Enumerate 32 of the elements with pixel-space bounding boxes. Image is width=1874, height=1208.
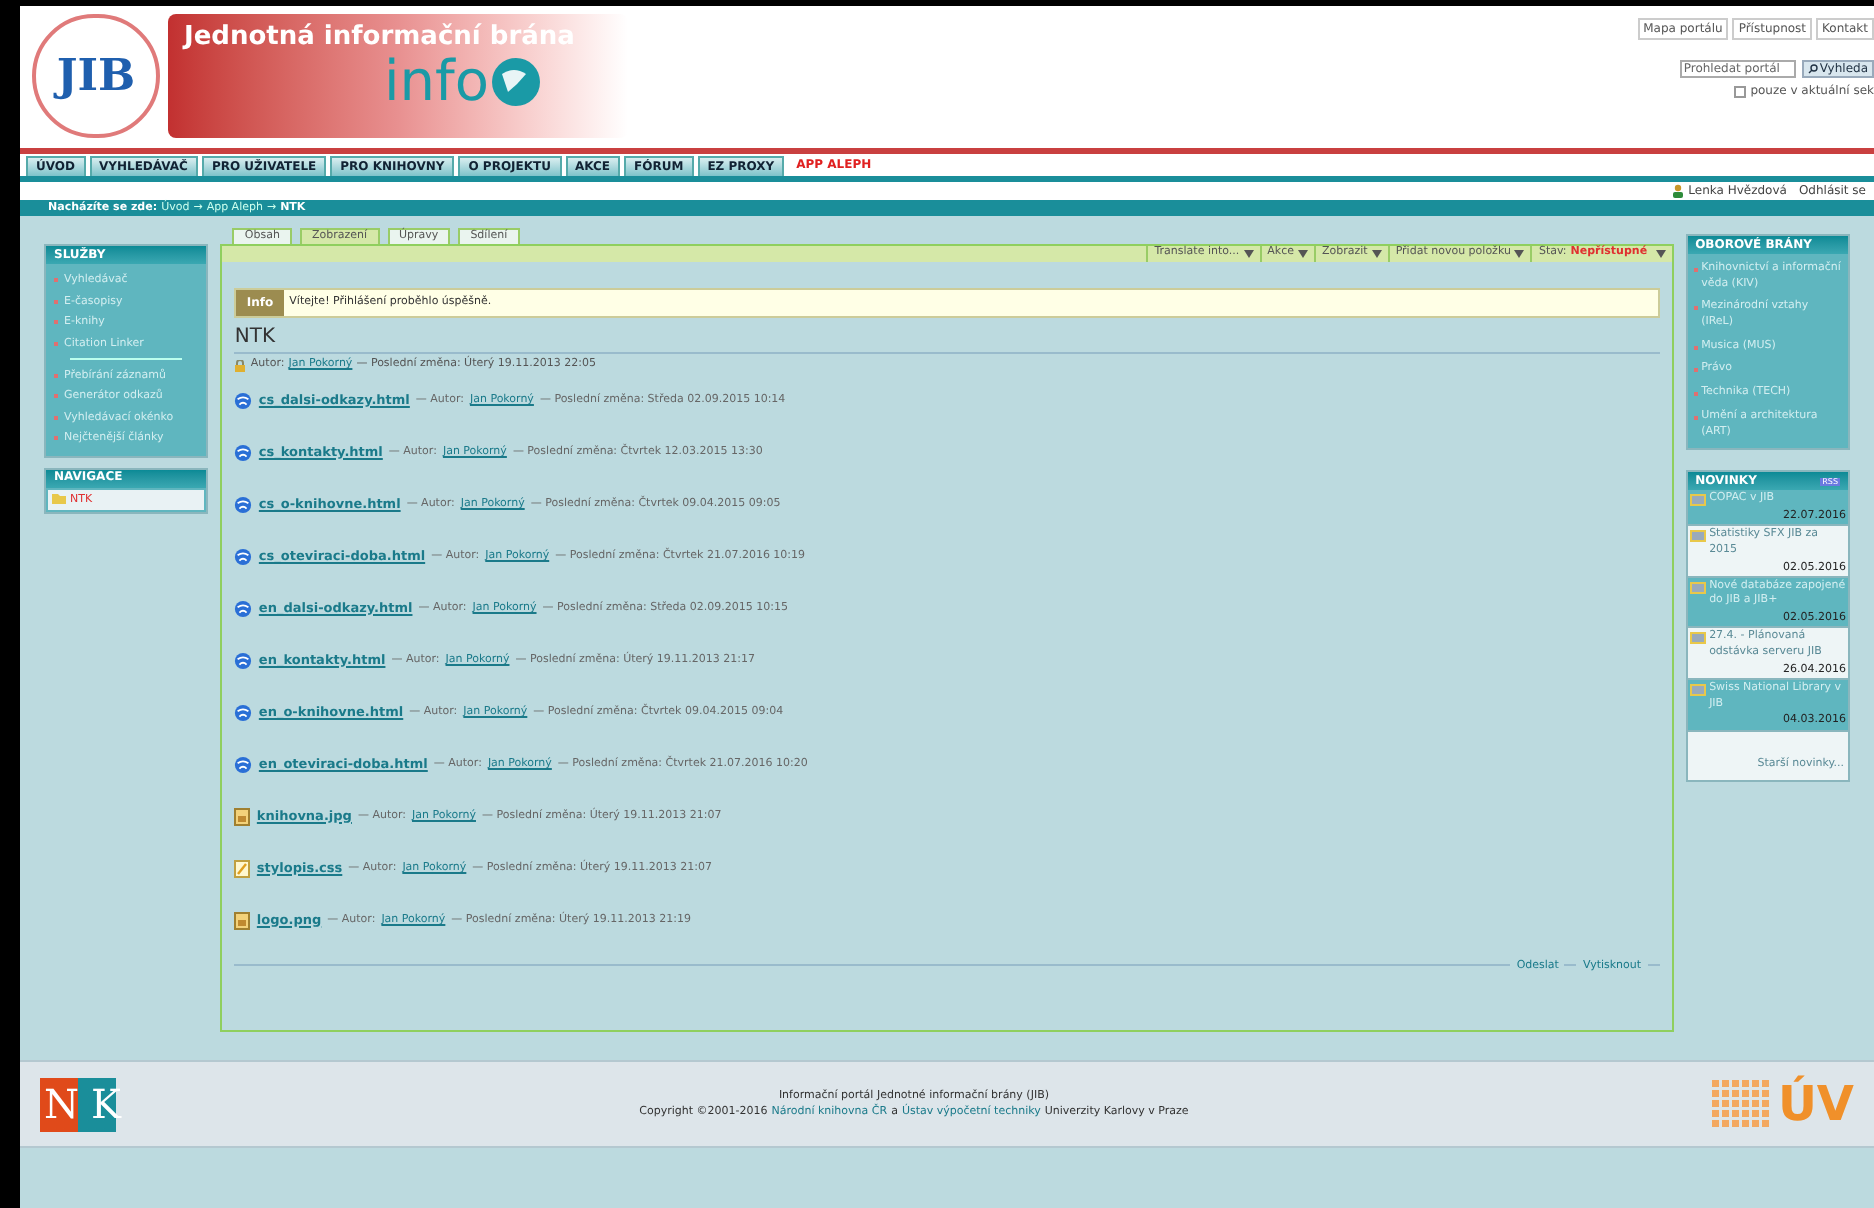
banner-word: info (384, 54, 490, 111)
search-icon (1807, 64, 1818, 74)
uvt-logo-text: ÚV (1777, 1080, 1854, 1128)
caret-icon (1371, 250, 1382, 258)
caret-icon (1514, 250, 1525, 258)
caret-icon (1243, 250, 1254, 258)
news-icon (1689, 632, 1706, 645)
globe-page-icon (234, 496, 253, 514)
logo-text: JIB (56, 47, 136, 105)
news-icon (1689, 494, 1706, 507)
lock-icon (234, 359, 247, 371)
globe-page-icon (234, 444, 253, 462)
user-icon (1672, 184, 1685, 198)
news-icon (1689, 581, 1706, 594)
folder-icon (52, 494, 66, 505)
banner-title: Jednotná informační brána (184, 22, 577, 55)
image-file-icon (234, 808, 251, 826)
globe-page-icon (234, 756, 253, 774)
news-icon (1689, 684, 1706, 696)
caret-icon (1298, 250, 1308, 258)
text-file-icon (234, 860, 251, 878)
scope-checkbox[interactable] (1734, 85, 1747, 97)
globe-page-icon (234, 704, 253, 722)
globe-page-icon (234, 600, 253, 618)
globe-page-icon (234, 548, 253, 566)
page-title: NTK (234, 326, 1660, 353)
dotted-square-icon (1711, 1080, 1772, 1128)
globe-page-icon (234, 652, 253, 670)
globe-page-icon (234, 392, 253, 410)
caret-icon (1655, 250, 1666, 258)
image-file-icon (234, 912, 251, 930)
news-icon (1689, 530, 1706, 543)
